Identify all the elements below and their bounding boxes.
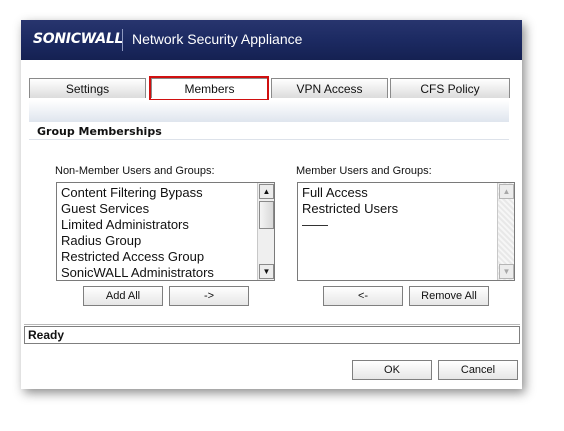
sonicwall-logo: SONICWALL <box>33 31 124 47</box>
tab-vpn-access[interactable]: VPN Access <box>271 78 388 98</box>
scroll-thumb[interactable] <box>259 201 274 229</box>
members-tab-highlight <box>149 76 269 101</box>
member-list[interactable]: Full Access Restricted Users —— ▲ ▼ <box>297 182 515 281</box>
non-member-list[interactable]: Content Filtering Bypass Guest Services … <box>56 182 275 281</box>
non-member-scrollbar[interactable]: ▲ ▼ <box>257 183 274 280</box>
scroll-down-arrow-icon[interactable]: ▼ <box>499 264 514 279</box>
list-item[interactable]: Content Filtering Bypass <box>61 185 214 201</box>
list-item[interactable]: Restricted Access Group <box>61 249 214 265</box>
tab-cfs-policy[interactable]: CFS Policy <box>390 78 510 98</box>
header-banner: SONICWALL Network Security Appliance <box>21 20 522 60</box>
non-member-label: Non-Member Users and Groups: <box>55 165 215 177</box>
header-divider <box>122 29 123 51</box>
section-divider <box>29 139 509 140</box>
member-label: Member Users and Groups: <box>296 165 432 177</box>
panel-header-gradient <box>29 100 509 122</box>
member-scrollbar[interactable]: ▲ ▼ <box>497 183 514 280</box>
status-divider <box>24 324 520 325</box>
scroll-up-arrow-icon[interactable]: ▲ <box>259 184 274 199</box>
add-button[interactable]: -> <box>169 286 249 306</box>
section-title: Group Memberships <box>37 125 162 138</box>
list-item[interactable]: Limited Administrators <box>61 217 214 233</box>
list-item[interactable]: —— <box>302 217 398 233</box>
list-item[interactable]: SonicWALL Administrators <box>61 265 214 280</box>
add-all-button[interactable]: Add All <box>83 286 163 306</box>
tab-settings[interactable]: Settings <box>29 78 146 98</box>
scroll-down-arrow-icon[interactable]: ▼ <box>259 264 274 279</box>
tab-bar: Settings Members VPN Access CFS Policy <box>29 78 511 101</box>
cancel-button[interactable]: Cancel <box>438 360 518 380</box>
app-title: Network Security Appliance <box>132 31 303 47</box>
list-item[interactable]: Restricted Users <box>302 201 398 217</box>
list-item[interactable]: Radius Group <box>61 233 214 249</box>
list-item[interactable]: Full Access <box>302 185 398 201</box>
ok-button[interactable]: OK <box>352 360 432 380</box>
dialog-window: SONICWALL Network Security Appliance Set… <box>21 20 522 389</box>
list-item[interactable]: Guest Services <box>61 201 214 217</box>
status-bar: Ready <box>24 326 520 344</box>
remove-all-button[interactable]: Remove All <box>409 286 489 306</box>
remove-button[interactable]: <- <box>323 286 403 306</box>
scroll-up-arrow-icon[interactable]: ▲ <box>499 184 514 199</box>
